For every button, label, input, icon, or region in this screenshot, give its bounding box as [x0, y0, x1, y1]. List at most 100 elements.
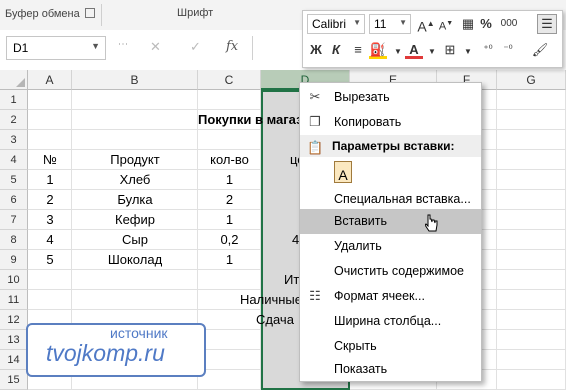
item-quantity: 1	[225, 212, 234, 227]
chevron-down-icon[interactable]: ▼	[423, 43, 441, 61]
grid-cell[interactable]	[497, 190, 566, 210]
increase-font-size-icon[interactable]: A▲	[417, 15, 435, 35]
grid-cell[interactable]	[497, 350, 566, 370]
format-painter-icon[interactable]: ☰	[537, 14, 557, 34]
grid-cell[interactable]	[198, 370, 261, 390]
fill-color-icon[interactable]: ⛽	[369, 41, 387, 59]
row-header[interactable]: 5	[0, 170, 28, 190]
bold-button[interactable]: Ж	[307, 41, 325, 59]
row-header[interactable]: 1	[0, 90, 28, 110]
menu-item-copy[interactable]: ❐ Копировать	[300, 110, 481, 135]
paste-options-header: 📋 Параметры вставки:	[300, 135, 481, 157]
row-header[interactable]: 13	[0, 330, 28, 350]
row-header[interactable]: 7	[0, 210, 28, 230]
item-number: 1	[46, 172, 54, 187]
clipboard-icon: 📋	[307, 140, 324, 155]
row-header[interactable]: 11	[0, 290, 28, 310]
grid-cell[interactable]	[497, 110, 566, 130]
change-label: Сдача	[256, 312, 294, 327]
cancel-button[interactable]: ✕	[150, 39, 161, 55]
chevron-down-icon[interactable]: ▼	[91, 41, 100, 51]
grid-cell[interactable]	[497, 250, 566, 270]
menu-item-format-cells[interactable]: ☷ Формат ячеек...	[300, 284, 481, 309]
clipboard-launcher-icon[interactable]	[84, 8, 95, 18]
grid-cell[interactable]	[497, 90, 566, 110]
grid-cell[interactable]	[497, 310, 566, 330]
row-header[interactable]: 8	[0, 230, 28, 250]
grid-cell[interactable]	[497, 270, 566, 290]
row-header[interactable]: 15	[0, 370, 28, 390]
italic-button[interactable]: К	[327, 41, 345, 59]
menu-item-delete[interactable]: Удалить	[300, 234, 481, 259]
align-center-icon[interactable]: ≡	[349, 41, 367, 59]
grid-cell[interactable]	[497, 210, 566, 230]
paste-option-keep-text[interactable]: A	[300, 159, 481, 189]
decrease-decimal-icon[interactable]: ⁻⁰	[499, 41, 517, 59]
enter-button[interactable]: ✓	[190, 39, 201, 55]
grid-cell[interactable]	[497, 170, 566, 190]
row-header[interactable]: 2	[0, 110, 28, 130]
column-header-b[interactable]: B	[72, 70, 198, 90]
menu-item-column-width[interactable]: Ширина столбца...	[300, 309, 481, 334]
row-header[interactable]: 6	[0, 190, 28, 210]
borders-icon[interactable]: ⊞	[441, 41, 459, 59]
thousands-separator-button[interactable]: 000	[497, 15, 521, 33]
grid-cell[interactable]	[28, 290, 72, 310]
grid-cell[interactable]	[198, 270, 261, 290]
column-header-a[interactable]: A	[28, 70, 72, 90]
clipboard-group-label: Буфер обмена	[5, 7, 95, 20]
mini-toolbar: Calibri ▼ 11 ▼ A▲ A▼ ▦ % 000 ☰ Ж К ≡ ⛽ ▼ A…	[302, 10, 563, 68]
grid-cell[interactable]	[497, 130, 566, 150]
grid-cell[interactable]	[198, 350, 261, 370]
row-header[interactable]: 12	[0, 310, 28, 330]
group-separator	[101, 4, 102, 26]
grid-cell[interactable]	[72, 90, 198, 110]
chevron-down-icon[interactable]: ▼	[459, 43, 477, 61]
grid-cell[interactable]	[72, 290, 198, 310]
grid-cell[interactable]	[72, 130, 198, 150]
percent-button[interactable]: %	[477, 15, 495, 33]
menu-item-insert[interactable]: Вставить	[300, 209, 481, 234]
grid-cell[interactable]	[198, 130, 261, 150]
row-header[interactable]: 10	[0, 270, 28, 290]
font-name-select[interactable]: Calibri ▼	[307, 14, 365, 34]
column-header-g[interactable]: G	[497, 70, 566, 90]
splitter-handle[interactable]: ⋮	[117, 39, 128, 50]
copy-icon: ❐	[309, 114, 321, 129]
accounting-format-icon[interactable]: ▦	[459, 15, 477, 33]
row-header[interactable]: 9	[0, 250, 28, 270]
row-header[interactable]: 3	[0, 130, 28, 150]
menu-item-cut[interactable]: ✂ Вырезать	[300, 85, 481, 110]
menu-item-hide[interactable]: Скрыть	[300, 334, 481, 359]
grid-cell[interactable]	[198, 310, 261, 330]
row-header[interactable]: 14	[0, 350, 28, 370]
grid-cell[interactable]	[198, 90, 261, 110]
item-quantity: 1	[225, 252, 234, 267]
grid-cell[interactable]	[28, 90, 72, 110]
row-header[interactable]: 4	[0, 150, 28, 170]
grid-cell[interactable]	[497, 230, 566, 250]
watermark: источник tvojkomp.ru	[26, 323, 206, 377]
grid-cell[interactable]	[28, 270, 72, 290]
font-size-select[interactable]: 11 ▼	[369, 14, 411, 34]
grid-cell[interactable]	[72, 110, 198, 130]
grid-cell[interactable]	[497, 290, 566, 310]
grid-cell[interactable]	[497, 370, 566, 390]
cash-label: Наличные	[240, 292, 300, 307]
column-header-c[interactable]: C	[198, 70, 261, 90]
increase-decimal-icon[interactable]: ⁺⁰	[479, 41, 497, 59]
grid-cell[interactable]	[497, 150, 566, 170]
grid-cell[interactable]	[72, 270, 198, 290]
select-all-button[interactable]	[0, 70, 28, 90]
menu-item-clear-contents[interactable]: Очистить содержимое	[300, 259, 481, 284]
decrease-font-size-icon[interactable]: A▼	[437, 15, 455, 33]
menu-item-show[interactable]: Показать	[300, 357, 481, 382]
grid-cell[interactable]	[497, 330, 566, 350]
insert-function-button[interactable]: fx	[226, 39, 238, 54]
grid-cell[interactable]	[28, 110, 72, 130]
font-color-icon[interactable]: A	[405, 41, 423, 59]
name-box[interactable]: D1 ▼	[6, 36, 106, 60]
grid-cell[interactable]	[28, 130, 72, 150]
grid-cell[interactable]	[198, 330, 261, 350]
format-painter-brush-icon[interactable]: 🖌	[531, 41, 549, 59]
